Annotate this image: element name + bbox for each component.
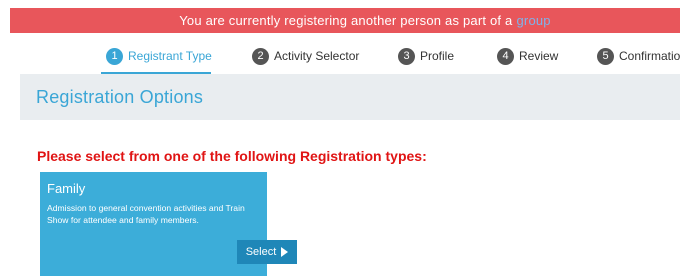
card-description: Admission to general convention activiti… xyxy=(47,203,245,225)
step-label: Review xyxy=(519,49,559,63)
step-review[interactable]: 4 Review xyxy=(497,43,558,69)
step-registrant-type[interactable]: 1 Registrant Type xyxy=(106,43,212,69)
step-number-1: 1 xyxy=(106,47,123,65)
page-title: Registration Options xyxy=(36,86,204,107)
step-number-2: 2 xyxy=(252,47,269,65)
registration-steps: 1 Registrant Type 2 Activity Selector 3 … xyxy=(0,38,680,74)
step-number-4: 4 xyxy=(497,47,514,65)
card-title: Family xyxy=(47,181,86,196)
selection-prompt: Please select from one of the following … xyxy=(37,148,427,164)
banner-text: You are currently registering another pe… xyxy=(179,13,513,28)
select-button[interactable]: Select xyxy=(237,240,297,264)
select-button-label: Select xyxy=(245,246,277,258)
group-link[interactable]: group xyxy=(516,13,550,28)
step-number-3: 3 xyxy=(398,47,415,65)
group-registration-banner: You are currently registering another pe… xyxy=(10,8,680,33)
step-confirmation[interactable]: 5 Confirmation xyxy=(597,43,680,69)
play-arrow-icon xyxy=(281,247,289,257)
registration-type-card-family[interactable]: Family Admission to general convention a… xyxy=(40,172,297,276)
step-number-5: 5 xyxy=(597,47,614,65)
step-label: Confirmation xyxy=(619,49,680,63)
step-profile[interactable]: 3 Profile xyxy=(398,43,454,69)
step-label: Registrant Type xyxy=(128,49,212,63)
registration-options-header: Registration Options xyxy=(20,74,680,120)
step-label: Activity Selector xyxy=(274,49,360,63)
step-label: Profile xyxy=(420,49,455,63)
step-activity-selector[interactable]: 2 Activity Selector xyxy=(252,43,359,69)
